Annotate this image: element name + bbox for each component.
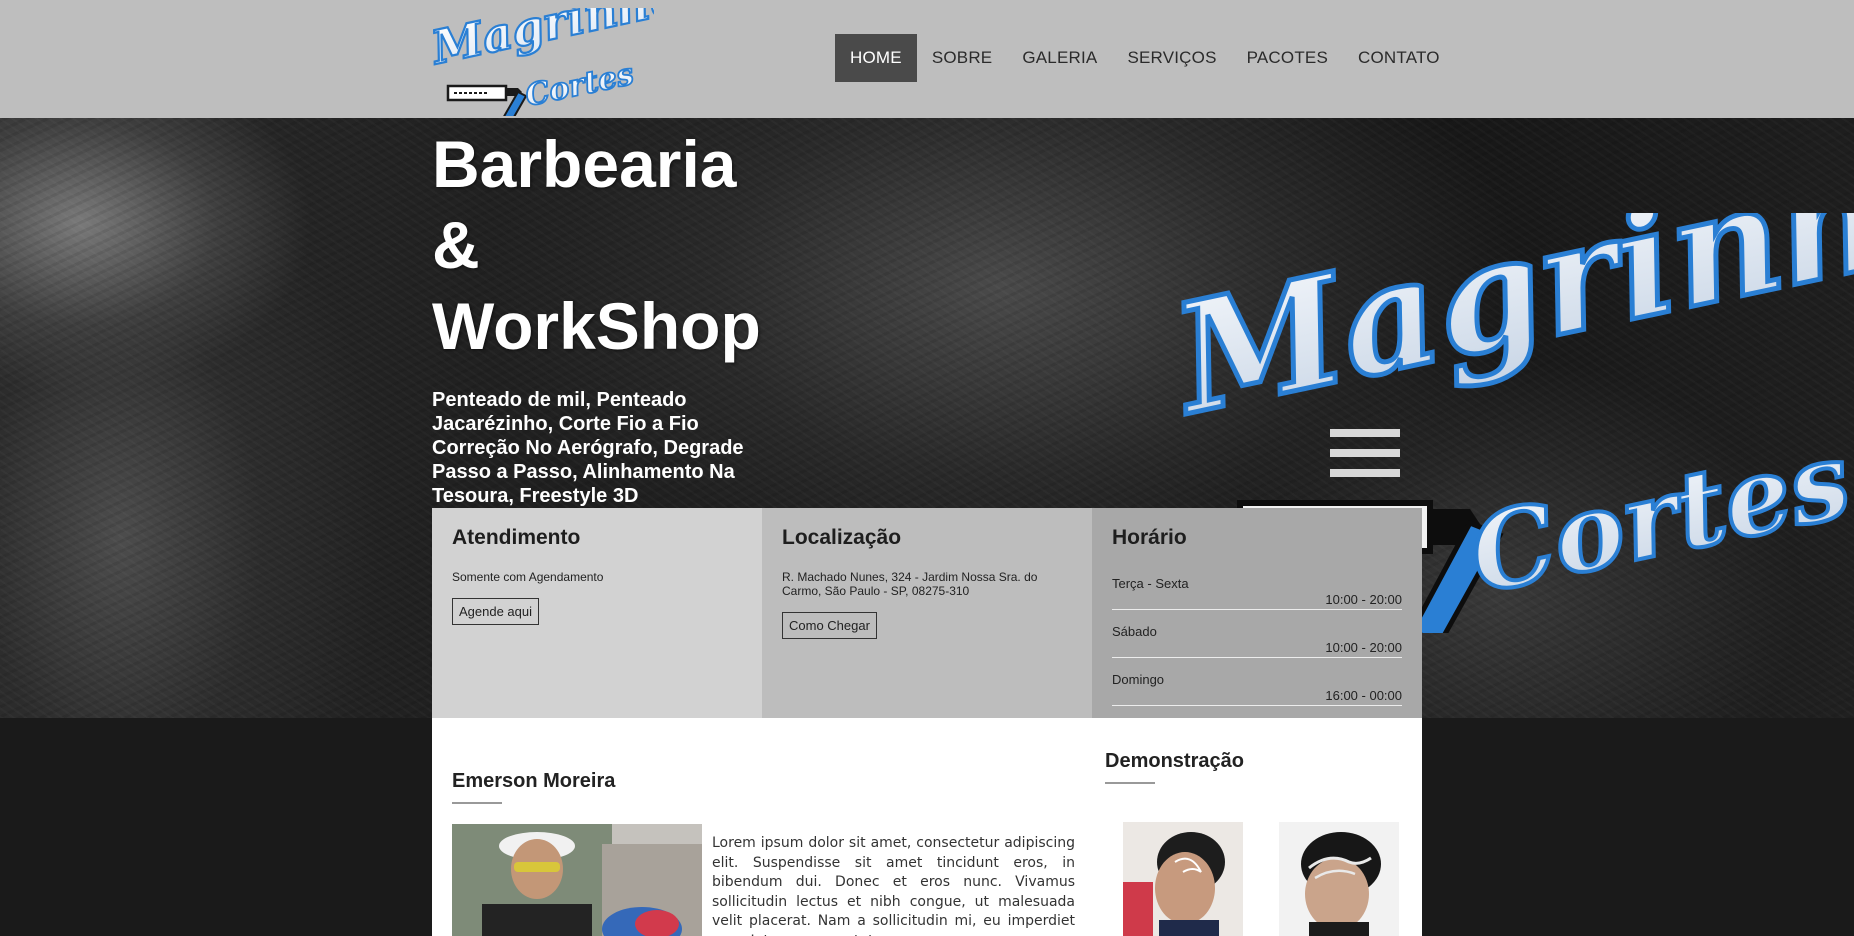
author-photo: [452, 824, 702, 936]
como-chegar-button[interactable]: Como Chegar: [782, 612, 877, 639]
svg-text:Cortes: Cortes: [1459, 416, 1854, 617]
hero-subtitle: Penteado de mil, Penteado Jacarézinho, C…: [432, 389, 744, 507]
logo-image: Magrinho Cortes: [424, 0, 686, 126]
author-photo-image: [452, 824, 702, 936]
demo-image-1[interactable]: [1123, 822, 1243, 936]
hero-title-line-2: &: [432, 208, 480, 282]
horario-box: Horário Terça - Sexta 10:00 - 20:00 Sába…: [1092, 508, 1422, 718]
hours-time: 10:00 - 20:00: [1325, 592, 1402, 607]
hero-title-line-1: Barbearia: [432, 127, 737, 201]
demo-haircut-photo: [1123, 822, 1243, 936]
horario-title: Horário: [1112, 526, 1187, 549]
atendimento-text: Somente com Agendamento: [452, 570, 604, 584]
localizacao-address: R. Machado Nunes, 324 - Jardim Nossa Sra…: [782, 570, 1038, 598]
demo-image-2[interactable]: [1279, 822, 1399, 936]
hours-day: Domingo: [1112, 672, 1165, 687]
author-bio: Lorem ipsum dolor sit amet, consectetur …: [712, 835, 1075, 936]
nav-sobre[interactable]: SOBRE: [917, 34, 1008, 82]
site-header: Magrinho Cortes HOME SOBRE GALERIA SERVI…: [0, 0, 1854, 126]
hours-day: Sábado: [1112, 624, 1157, 639]
localizacao-title: Localização: [782, 526, 902, 549]
nav-galeria[interactable]: GALERIA: [1007, 34, 1112, 82]
hero-title-line-3: WorkShop: [432, 289, 761, 363]
hours-time: 10:00 - 20:00: [1325, 640, 1402, 655]
hours-row: Domingo 16:00 - 00:00: [1112, 658, 1402, 706]
author-name-underline: [452, 802, 502, 804]
svg-text:Magrinho: Magrinho: [1170, 213, 1854, 449]
nav-home[interactable]: HOME: [835, 34, 917, 82]
info-row: Atendimento Somente com Agendamento Agen…: [432, 508, 1422, 718]
hero-title: Barbearia & WorkShop: [432, 124, 852, 367]
author-name: Emerson Moreira: [452, 770, 616, 792]
localizacao-box: Localização R. Machado Nunes, 324 - Jard…: [762, 508, 1092, 718]
main-nav: HOME SOBRE GALERIA SERVIÇOS PACOTES CONT…: [835, 34, 1455, 82]
demo-title-underline: [1105, 782, 1155, 784]
agende-aqui-button[interactable]: Agende aqui: [452, 598, 540, 625]
logo[interactable]: Magrinho Cortes: [424, 0, 686, 126]
hours-time: 16:00 - 00:00: [1325, 688, 1402, 703]
hours-row: Terça - Sexta 10:00 - 20:00: [1112, 562, 1402, 610]
nav-pacotes[interactable]: PACOTES: [1232, 34, 1343, 82]
atendimento-title: Atendimento: [452, 526, 581, 549]
nav-servicos[interactable]: SERVIÇOS: [1112, 34, 1231, 82]
nav-contato[interactable]: CONTATO: [1343, 34, 1455, 82]
atendimento-box: Atendimento Somente com Agendamento Agen…: [432, 508, 762, 718]
hours-day: Terça - Sexta: [1112, 576, 1189, 591]
svg-text:Cortes: Cortes: [522, 57, 637, 114]
content-section: Emerson Moreira Lorem ipsum dolor sit am…: [432, 718, 1422, 936]
hours-row: Sábado 10:00 - 20:00: [1112, 610, 1402, 658]
demo-title: Demonstração: [1105, 750, 1244, 772]
demo-haircut-photo: [1279, 822, 1399, 936]
